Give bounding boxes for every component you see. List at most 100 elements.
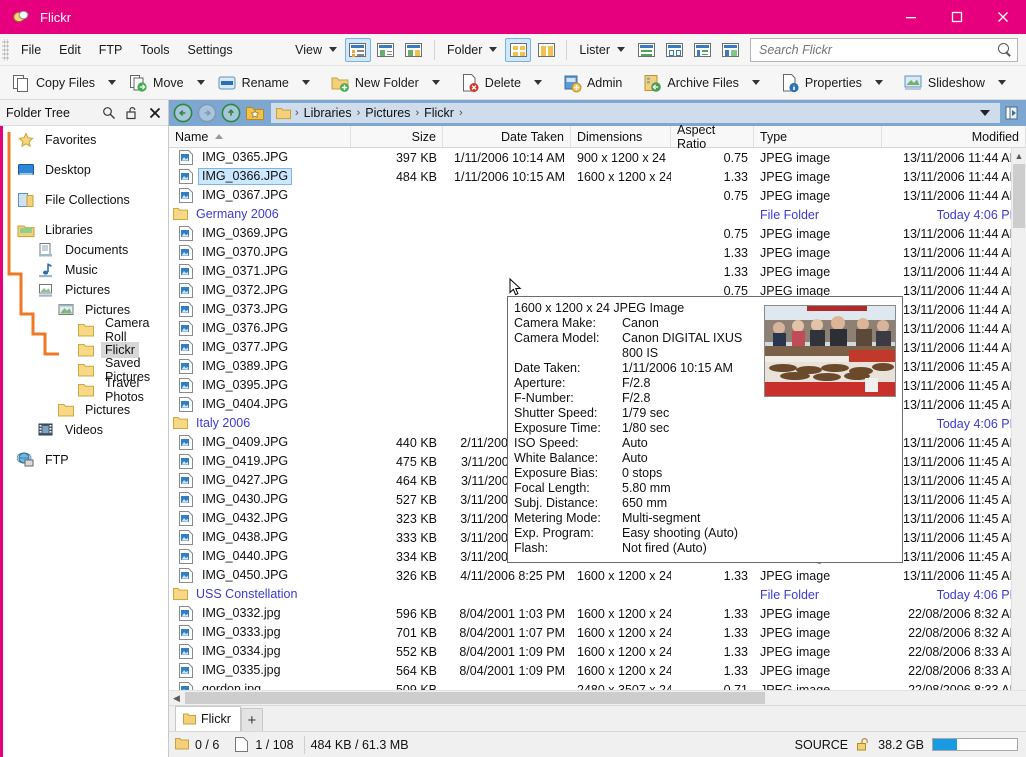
- close-button[interactable]: [980, 0, 1026, 34]
- horizontal-scroll-thumb[interactable]: [185, 692, 765, 704]
- view-menu-label[interactable]: View: [289, 43, 326, 57]
- unlock-icon[interactable]: [856, 737, 870, 752]
- breadcrumb-libraries[interactable]: Libraries: [300, 106, 356, 120]
- table-row[interactable]: USS ConstellationFile FolderToday 4:06 P…: [169, 585, 1026, 604]
- help-button[interactable]: Help ?: [1020, 69, 1026, 97]
- archive-files-chevron-down-icon[interactable]: [752, 80, 760, 85]
- rename-chevron-down-icon[interactable]: [302, 80, 310, 85]
- table-row[interactable]: IMG_0367.JPG0.75JPEG image13/11/2006 11:…: [169, 186, 1026, 205]
- copy-files-button[interactable]: Copy Files: [5, 69, 101, 97]
- new-folder-chevron-down-icon[interactable]: [432, 80, 440, 85]
- scroll-left-arrow-icon[interactable]: ◀: [169, 693, 184, 704]
- panel-toggle-icon[interactable]: [1002, 103, 1022, 123]
- table-row[interactable]: IMG_0366.JPG484 KB1/11/2006 10:15 AM1600…: [169, 167, 1026, 186]
- menu-grip[interactable]: [2, 39, 9, 61]
- tree-node-videos[interactable]: Videos: [3, 420, 168, 440]
- folder-chevron-down-icon[interactable]: [489, 47, 497, 52]
- scroll-up-arrow-icon[interactable]: ▲: [1012, 148, 1026, 163]
- column-header-name[interactable]: Name: [169, 126, 351, 147]
- delete-chevron-down-icon[interactable]: [534, 80, 542, 85]
- favorites-folder-icon[interactable]: [245, 103, 265, 123]
- view-chevron-down-icon[interactable]: [329, 47, 337, 52]
- breadcrumb-chevron-down-icon[interactable]: [980, 110, 990, 116]
- menu-tools[interactable]: Tools: [131, 39, 178, 61]
- folder-split-button[interactable]: [533, 38, 559, 62]
- table-row[interactable]: IMG_0365.JPG397 KB1/11/2006 10:14 AM900 …: [169, 148, 1026, 167]
- view-tiles-button[interactable]: [401, 38, 427, 62]
- up-arrow-icon[interactable]: [221, 103, 241, 123]
- column-header-aspect-ratio[interactable]: Aspect Ratio: [671, 126, 754, 147]
- breadcrumb-pictures[interactable]: Pictures: [361, 106, 414, 120]
- tree-node-ftp[interactable]: FTP: [3, 450, 168, 470]
- archive-files-button[interactable]: Archive Files: [636, 69, 745, 97]
- search-icon[interactable]: [102, 106, 116, 120]
- tree-node-camera-roll[interactable]: Camera Roll: [3, 320, 168, 340]
- tree-node-documents[interactable]: Documents: [3, 240, 168, 260]
- view-details-button[interactable]: [345, 38, 371, 62]
- table-row[interactable]: IMG_0450.JPG326 KB4/11/2006 8:25 PM1600 …: [169, 566, 1026, 585]
- breadcrumb[interactable]: › Libraries › Pictures › Flickr ›: [271, 103, 1000, 123]
- back-arrow-icon[interactable]: [173, 103, 193, 123]
- minimize-button[interactable]: [888, 0, 934, 34]
- menu-ftp[interactable]: FTP: [90, 39, 132, 61]
- lister-menu-label[interactable]: Lister: [573, 43, 614, 57]
- table-row[interactable]: IMG_0332.jpg596 KB8/04/2001 1:03 PM1600 …: [169, 604, 1026, 623]
- menu-settings[interactable]: Settings: [179, 39, 242, 61]
- move-chevron-down-icon[interactable]: [197, 80, 205, 85]
- lister-chevron-down-icon[interactable]: [617, 47, 625, 52]
- tree-node-file-collections[interactable]: File Collections: [3, 190, 168, 210]
- table-row[interactable]: IMG_0370.JPG1.33JPEG image13/11/2006 11:…: [169, 243, 1026, 262]
- new-folder-button[interactable]: New Folder: [324, 69, 425, 97]
- slideshow-chevron-down-icon[interactable]: [998, 80, 1006, 85]
- tree-node-pictures[interactable]: Pictures: [3, 280, 168, 300]
- table-row[interactable]: gordon.jpg509 KB2480 x 3507 x 240.71JPEG…: [169, 680, 1026, 690]
- delete-button[interactable]: Delete: [454, 69, 527, 97]
- copy-files-chevron-down-icon[interactable]: [108, 80, 116, 85]
- table-row[interactable]: IMG_0333.jpg701 KB8/04/2001 1:07 PM1600 …: [169, 623, 1026, 642]
- lister-rows-button[interactable]: [633, 38, 659, 62]
- view-list-button[interactable]: [373, 38, 399, 62]
- menu-edit[interactable]: Edit: [50, 39, 90, 61]
- horizontal-scrollbar[interactable]: ◀: [169, 690, 1026, 705]
- tree-node-favorites[interactable]: Favorites: [3, 130, 168, 150]
- tree-node-pictures[interactable]: Pictures: [3, 400, 168, 420]
- lister-viewer-button[interactable]: [717, 38, 743, 62]
- lister-dual-vertical-button[interactable]: [661, 38, 687, 62]
- tree-node-desktop[interactable]: Desktop: [3, 160, 168, 180]
- search-icon[interactable]: [998, 43, 1011, 56]
- folder-menu-label[interactable]: Folder: [441, 43, 486, 57]
- forward-arrow-icon[interactable]: [197, 103, 217, 123]
- table-row[interactable]: IMG_0335.jpg564 KB8/04/2001 1:09 PM1600 …: [169, 661, 1026, 680]
- search-input[interactable]: [757, 42, 998, 58]
- column-header-type[interactable]: Type: [754, 126, 882, 147]
- vertical-scroll-thumb[interactable]: [1013, 164, 1025, 228]
- tree-node-travel-photos[interactable]: Travel Photos: [3, 380, 168, 400]
- search-box[interactable]: [750, 38, 1018, 62]
- add-tab-button[interactable]: +: [241, 708, 263, 731]
- folder-thumbs-button[interactable]: [505, 38, 531, 62]
- rename-button[interactable]: Rename: [211, 69, 295, 97]
- unlock-icon[interactable]: [125, 106, 139, 120]
- column-header-modified[interactable]: Modified: [882, 126, 1026, 147]
- table-row[interactable]: Germany 2006File FolderToday 4:06 PM: [169, 205, 1026, 224]
- tab-flickr[interactable]: Flickr: [175, 706, 241, 731]
- menu-file[interactable]: File: [12, 39, 50, 61]
- vertical-scrollbar[interactable]: ▲: [1011, 148, 1026, 690]
- slideshow-button[interactable]: Slideshow: [897, 69, 991, 97]
- tree-node-libraries[interactable]: Libraries: [3, 220, 168, 240]
- close-icon[interactable]: [148, 106, 162, 120]
- column-header-date-taken[interactable]: Date Taken: [443, 126, 571, 147]
- table-row[interactable]: IMG_0369.JPG0.75JPEG image13/11/2006 11:…: [169, 224, 1026, 243]
- admin-button[interactable]: Admin: [556, 69, 628, 97]
- table-row[interactable]: IMG_0371.JPG1.33JPEG image13/11/2006 11:…: [169, 262, 1026, 281]
- column-header-dimensions[interactable]: Dimensions: [571, 126, 671, 147]
- column-header-size[interactable]: Size: [351, 126, 443, 147]
- maximize-button[interactable]: [934, 0, 980, 34]
- tree-node-music[interactable]: Music: [3, 260, 168, 280]
- properties-chevron-down-icon[interactable]: [875, 80, 883, 85]
- table-row[interactable]: IMG_0334.jpg552 KB8/04/2001 1:09 PM1600 …: [169, 642, 1026, 661]
- properties-button[interactable]: Properties: [774, 69, 868, 97]
- breadcrumb-flickr[interactable]: Flickr: [420, 106, 458, 120]
- lister-tree-button[interactable]: [689, 38, 715, 62]
- move-button[interactable]: Move: [122, 69, 190, 97]
